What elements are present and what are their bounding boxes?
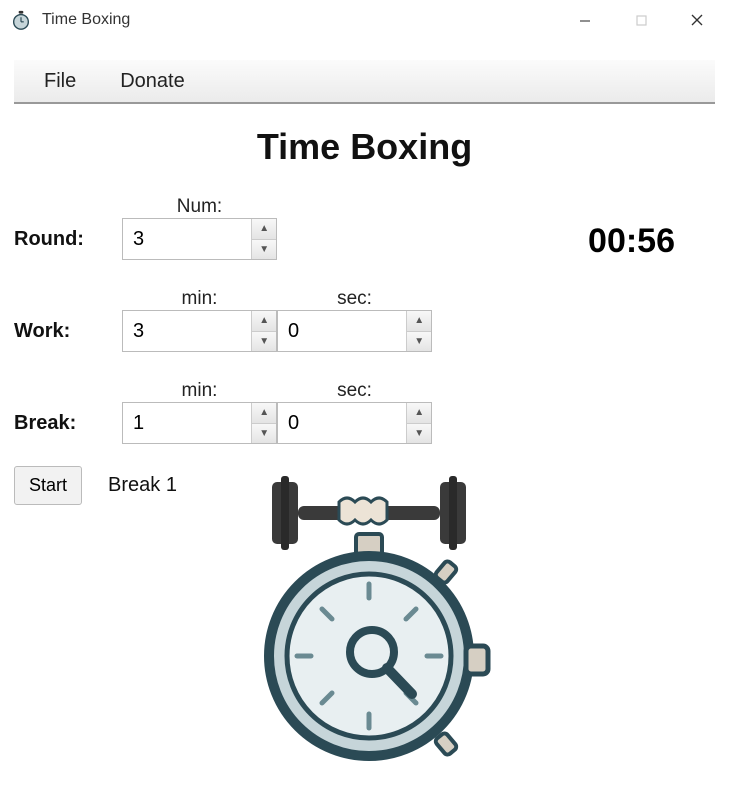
work-sec-input[interactable] — [278, 311, 406, 351]
break-min-label: min: — [122, 380, 277, 402]
break-min-down[interactable]: ▼ — [252, 424, 276, 444]
minimize-button[interactable] — [557, 2, 613, 38]
break-sec-spinner[interactable]: ▲ ▼ — [277, 402, 432, 444]
window-title: Time Boxing — [42, 11, 130, 29]
timer-display: 00:56 — [588, 222, 675, 261]
maximize-button[interactable] — [613, 2, 669, 38]
work-label: Work: — [14, 320, 114, 343]
work-sec-label: sec: — [277, 288, 432, 310]
round-num-spinner[interactable]: ▲ ▼ — [122, 218, 277, 260]
round-num-input[interactable] — [123, 219, 251, 259]
break-sec-down[interactable]: ▼ — [407, 424, 431, 444]
round-label: Round: — [14, 228, 114, 251]
work-sec-up[interactable]: ▲ — [407, 311, 431, 332]
status-text: Break 1 — [108, 474, 177, 497]
start-button[interactable]: Start — [14, 466, 82, 505]
break-sec-label: sec: — [277, 380, 432, 402]
page-title: Time Boxing — [0, 126, 729, 168]
work-min-input[interactable] — [123, 311, 251, 351]
close-button[interactable] — [669, 2, 725, 38]
work-sec-spinner[interactable]: ▲ ▼ — [277, 310, 432, 352]
break-min-input[interactable] — [123, 403, 251, 443]
form-area: 00:56 Num: Round: ▲ ▼ min: sec: Work: ▲ … — [14, 196, 715, 505]
round-num-down[interactable]: ▼ — [252, 240, 276, 260]
round-num-up[interactable]: ▲ — [252, 219, 276, 240]
menu-bar: File Donate — [14, 60, 715, 104]
work-min-label: min: — [122, 288, 277, 310]
menu-file[interactable]: File — [22, 64, 98, 99]
app-icon — [10, 9, 32, 31]
break-min-spinner[interactable]: ▲ ▼ — [122, 402, 277, 444]
menu-donate[interactable]: Donate — [98, 64, 207, 99]
work-min-spinner[interactable]: ▲ ▼ — [122, 310, 277, 352]
title-bar: Time Boxing — [0, 0, 729, 40]
work-min-up[interactable]: ▲ — [252, 311, 276, 332]
work-min-down[interactable]: ▼ — [252, 332, 276, 352]
break-sec-input[interactable] — [278, 403, 406, 443]
break-min-up[interactable]: ▲ — [252, 403, 276, 424]
break-sec-up[interactable]: ▲ — [407, 403, 431, 424]
num-label: Num: — [122, 196, 277, 218]
stopwatch-dumbbell-icon — [244, 476, 494, 771]
work-sec-down[interactable]: ▼ — [407, 332, 431, 352]
break-label: Break: — [14, 412, 114, 435]
